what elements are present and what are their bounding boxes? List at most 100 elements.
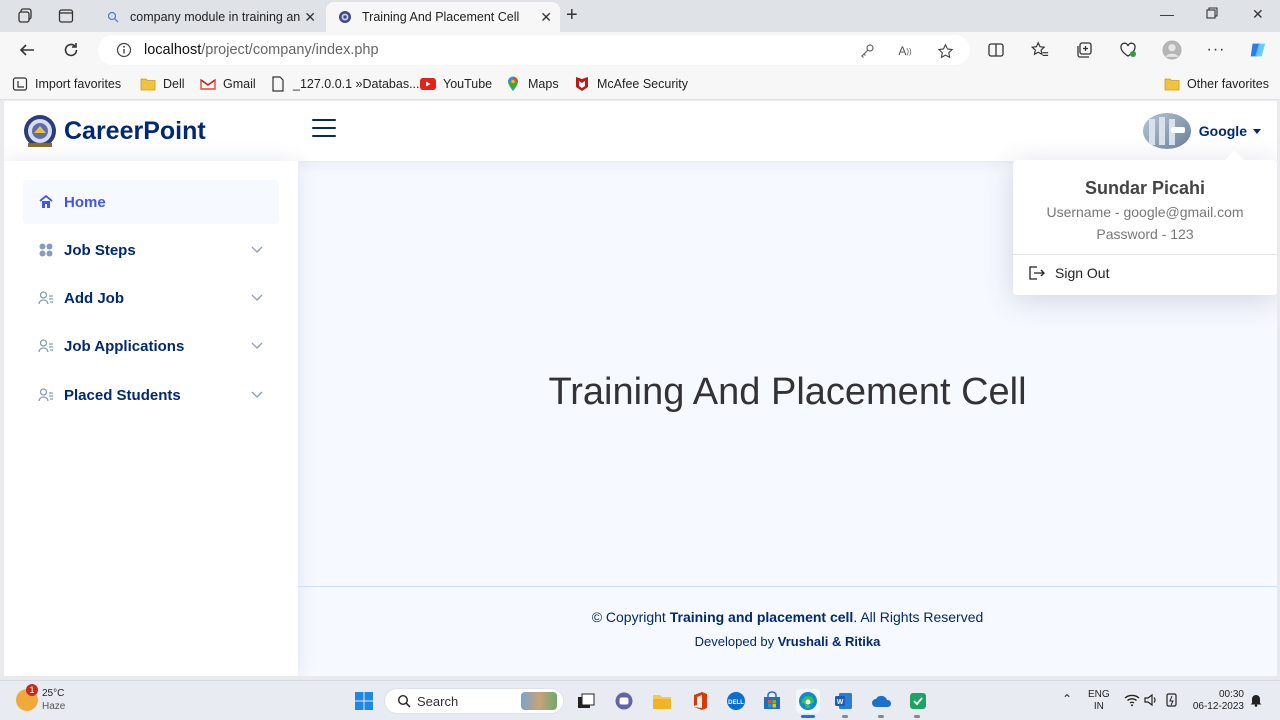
gmail-icon	[200, 76, 216, 92]
developer-names: Vrushali & Ritika	[777, 634, 881, 649]
sign-out-label: Sign Out	[1055, 265, 1110, 281]
search-icon	[397, 694, 411, 708]
more-options-icon[interactable]: ···	[1206, 40, 1226, 60]
bookmark-youtube[interactable]: YouTube	[420, 76, 492, 92]
refresh-icon[interactable]	[60, 39, 82, 61]
chevron-down-icon	[251, 342, 263, 349]
sidebar-item-label: Placed Students	[64, 386, 181, 404]
new-tab-icon[interactable]: +	[566, 4, 578, 27]
tab-company-module[interactable]: company module in training and ✕	[94, 2, 324, 32]
volume-icon[interactable]	[1144, 693, 1158, 711]
sidebar-item-home[interactable]: Home	[23, 180, 279, 224]
dropdown-password: Password - 123	[1096, 226, 1194, 242]
address-input[interactable]: localhost/project/company/index.php A))	[98, 35, 970, 65]
running-indicator	[878, 715, 884, 718]
maximize-icon[interactable]	[1206, 6, 1218, 22]
read-aloud-icon[interactable]: A))	[896, 42, 914, 60]
collections-icon[interactable]	[1074, 40, 1094, 60]
close-tab-icon[interactable]: ✕	[304, 9, 316, 26]
taskbar-search[interactable]: Search	[384, 688, 564, 714]
person-lines-icon	[38, 387, 54, 403]
profile-menu[interactable]: Google	[1142, 113, 1261, 149]
bookmark-dell[interactable]: Dell	[140, 76, 185, 92]
green-app-icon[interactable]	[906, 689, 930, 713]
menu-toggle-icon[interactable]	[312, 119, 336, 141]
close-tab-icon[interactable]: ✕	[540, 9, 552, 26]
folder-icon	[1164, 76, 1180, 92]
wifi-icon[interactable]	[1124, 693, 1140, 711]
weather-desc: Haze	[42, 701, 66, 712]
battery-icon[interactable]	[1164, 692, 1180, 712]
chevron-down-icon	[251, 294, 263, 301]
minimize-icon[interactable]: —	[1160, 6, 1174, 22]
copilot-icon[interactable]	[1248, 40, 1268, 60]
bookmarks-bar: Import favorites Dell Gmail _127.0.0.1 »…	[0, 68, 1280, 100]
key-icon[interactable]	[858, 42, 876, 60]
sidebar-item-job-steps[interactable]: Job Steps	[23, 228, 279, 272]
show-hidden-icons[interactable]: ⌃	[1062, 693, 1072, 705]
maps-icon	[505, 76, 521, 92]
close-window-icon[interactable]: ✕	[1252, 6, 1264, 23]
office-icon[interactable]	[688, 689, 712, 713]
site-logo[interactable]: CareerPoint	[22, 113, 206, 149]
tab-training-placement[interactable]: Training And Placement Cell ✕	[326, 2, 560, 32]
page-title: Training And Placement Cell	[548, 371, 1027, 413]
windows-taskbar: 1 25°C Haze Search DELL W ⌃ ENG IN 00:30…	[0, 680, 1280, 720]
sidebar-item-add-job[interactable]: Add Job	[23, 276, 279, 320]
sidebar-item-job-applications[interactable]: Job Applications	[23, 324, 279, 368]
sidebar-item-placed-students[interactable]: Placed Students	[23, 373, 279, 417]
bookmark-gmail[interactable]: Gmail	[200, 76, 256, 92]
url-host: localhost	[144, 42, 202, 58]
profile-avatar-icon[interactable]	[1162, 40, 1182, 60]
bookmark-database[interactable]: _127.0.0.1 »Databas...	[270, 76, 419, 92]
college-logo-icon	[338, 10, 352, 24]
developer-credit: Developed by Vrushali & Ritika	[694, 634, 881, 649]
bookmark-label: Import favorites	[35, 77, 122, 91]
language-indicator[interactable]: ENG IN	[1088, 689, 1110, 713]
sign-out-button[interactable]: Sign Out	[1027, 264, 1109, 282]
tab-title: company module in training and	[130, 10, 300, 24]
edge-icon[interactable]	[796, 689, 820, 713]
import-icon	[12, 76, 28, 92]
bookmark-mcafee[interactable]: McAfee Security	[574, 76, 688, 92]
word-icon[interactable]: W	[832, 689, 856, 713]
file-explorer-icon[interactable]	[650, 689, 674, 713]
active-app-indicator	[801, 715, 815, 718]
task-view-icon[interactable]	[574, 689, 598, 713]
bookmark-label: Gmail	[223, 77, 256, 91]
profile-dropdown: Sundar Picahi Username - google@gmail.co…	[1013, 160, 1277, 295]
back-icon[interactable]	[16, 39, 38, 61]
bookmark-maps[interactable]: Maps	[505, 76, 559, 92]
copyright-text: © Copyright Training and placement cell.…	[591, 609, 984, 625]
bookmark-other-favorites[interactable]: Other favorites	[1164, 76, 1269, 92]
mcafee-icon	[574, 76, 590, 92]
chevron-down-icon	[251, 391, 263, 398]
college-emblem-icon	[24, 115, 56, 147]
weather-widget[interactable]: 1 25°C Haze	[16, 684, 66, 713]
split-screen-icon[interactable]	[986, 40, 1006, 60]
store-icon[interactable]	[760, 689, 784, 713]
site-footer: © Copyright Training and placement cell.…	[298, 586, 1277, 676]
vertical-tabs-icon[interactable]	[56, 6, 76, 26]
workspaces-icon[interactable]	[16, 6, 36, 26]
performance-icon[interactable]	[1118, 40, 1138, 60]
dell-icon[interactable]: DELL	[724, 689, 748, 713]
tab-title: Training And Placement Cell	[362, 10, 520, 24]
running-indicator	[914, 715, 920, 718]
clock[interactable]: 00:30 06-12-2023	[1190, 689, 1244, 713]
onedrive-icon[interactable]	[870, 689, 894, 713]
bookmark-label: YouTube	[443, 77, 493, 91]
favorites-icon[interactable]	[1030, 40, 1050, 60]
search-label: Search	[417, 693, 459, 709]
search-icon	[106, 10, 120, 24]
svg-text:W: W	[837, 699, 844, 706]
teams-chat-icon[interactable]	[612, 689, 636, 713]
logo-text: CareerPoint	[64, 116, 206, 145]
bookmark-label: Maps	[528, 77, 559, 91]
info-icon[interactable]	[116, 42, 132, 58]
star-icon[interactable]	[936, 42, 954, 60]
bookmark-import-favorites[interactable]: Import favorites	[12, 76, 121, 92]
start-icon[interactable]	[352, 689, 376, 713]
person-lines-icon	[38, 290, 54, 306]
notification-bell-icon[interactable]	[1250, 693, 1262, 711]
